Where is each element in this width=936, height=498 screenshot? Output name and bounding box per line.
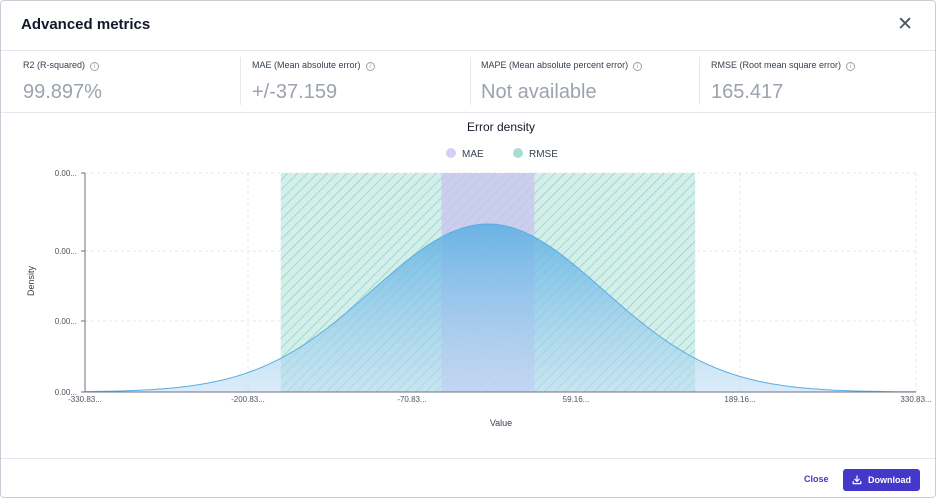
legend-swatch-rmse[interactable] xyxy=(513,148,523,158)
metric-mae: MAE (Mean absolute error) i +/-37.159 xyxy=(252,51,462,113)
chart-legend: MAE RMSE xyxy=(446,148,558,160)
metric-divider xyxy=(240,57,241,105)
close-icon[interactable]: ✕ xyxy=(897,14,913,36)
dialog-header: Advanced metrics ✕ xyxy=(1,1,935,51)
dialog-title: Advanced metrics xyxy=(21,16,151,33)
metric-r2: R2 (R-squared) i 99.897% xyxy=(23,51,233,113)
y-tick-label: 0.00... xyxy=(55,247,77,256)
info-icon[interactable]: i xyxy=(846,62,856,71)
download-icon xyxy=(852,475,862,485)
chart-series xyxy=(85,223,916,393)
metric-label: MAE (Mean absolute error) xyxy=(252,60,361,70)
error-density-chart: Error density MAE RMSE 0.00... 0.00... 0.0… xyxy=(1,113,935,458)
y-tick-label: 0.00... xyxy=(55,169,77,178)
metric-label: RMSE (Root mean square error) xyxy=(711,60,842,70)
metrics-row: R2 (R-squared) i 99.897% MAE (Mean absolu… xyxy=(1,51,935,113)
x-axis-label: Value xyxy=(490,418,512,428)
close-button[interactable]: Close xyxy=(804,474,829,484)
legend-label-mae[interactable]: MAE xyxy=(462,149,484,160)
metric-mape: MAPE (Mean absolute percent error) i Not … xyxy=(481,51,691,113)
x-tick-label: -70.83... xyxy=(397,395,426,404)
info-icon[interactable]: i xyxy=(633,62,643,71)
advanced-metrics-dialog: Advanced metrics ✕ R2 (R-squared) i 99.89… xyxy=(0,0,936,498)
y-tick-label: 0.00... xyxy=(55,317,77,326)
metric-divider xyxy=(699,57,700,105)
x-tick-label: -200.83... xyxy=(231,395,265,404)
metric-value: 165.417 xyxy=(711,81,784,103)
x-tick-label: 330.83... xyxy=(900,395,931,404)
legend-swatch-mae[interactable] xyxy=(446,148,456,158)
y-tick-labels: 0.00...0.00...0.00...0.00... xyxy=(55,169,85,397)
metric-label: MAPE (Mean absolute percent error) xyxy=(481,60,629,70)
x-tick-label: 189.16... xyxy=(724,395,755,404)
density-area xyxy=(85,224,916,392)
metric-divider xyxy=(470,57,471,105)
info-icon[interactable]: i xyxy=(365,62,375,71)
x-tick-labels: -330.83... -200.83... -70.83... 59.16... 189… xyxy=(68,395,931,404)
metric-rmse: RMSE (Root mean square error) i 165.417 xyxy=(711,51,921,113)
dialog-footer: Close Download xyxy=(1,458,935,498)
chart-svg: Error density MAE RMSE 0.00... 0.00... 0.0… xyxy=(26,120,932,428)
download-button[interactable]: Download xyxy=(843,469,920,491)
legend-label-rmse[interactable]: RMSE xyxy=(529,149,558,160)
x-tick-label: -330.83... xyxy=(68,395,102,404)
y-axis-label: Density xyxy=(26,265,36,296)
info-icon[interactable]: i xyxy=(90,62,100,71)
x-tick-label: 59.16... xyxy=(563,395,590,404)
chart-title: Error density xyxy=(467,120,535,134)
metric-value: 99.897% xyxy=(23,81,102,103)
download-label: Download xyxy=(868,475,911,485)
metric-value: +/-37.159 xyxy=(252,81,338,103)
metric-value: Not available xyxy=(481,81,597,103)
metric-label: R2 (R-squared) xyxy=(23,60,86,70)
